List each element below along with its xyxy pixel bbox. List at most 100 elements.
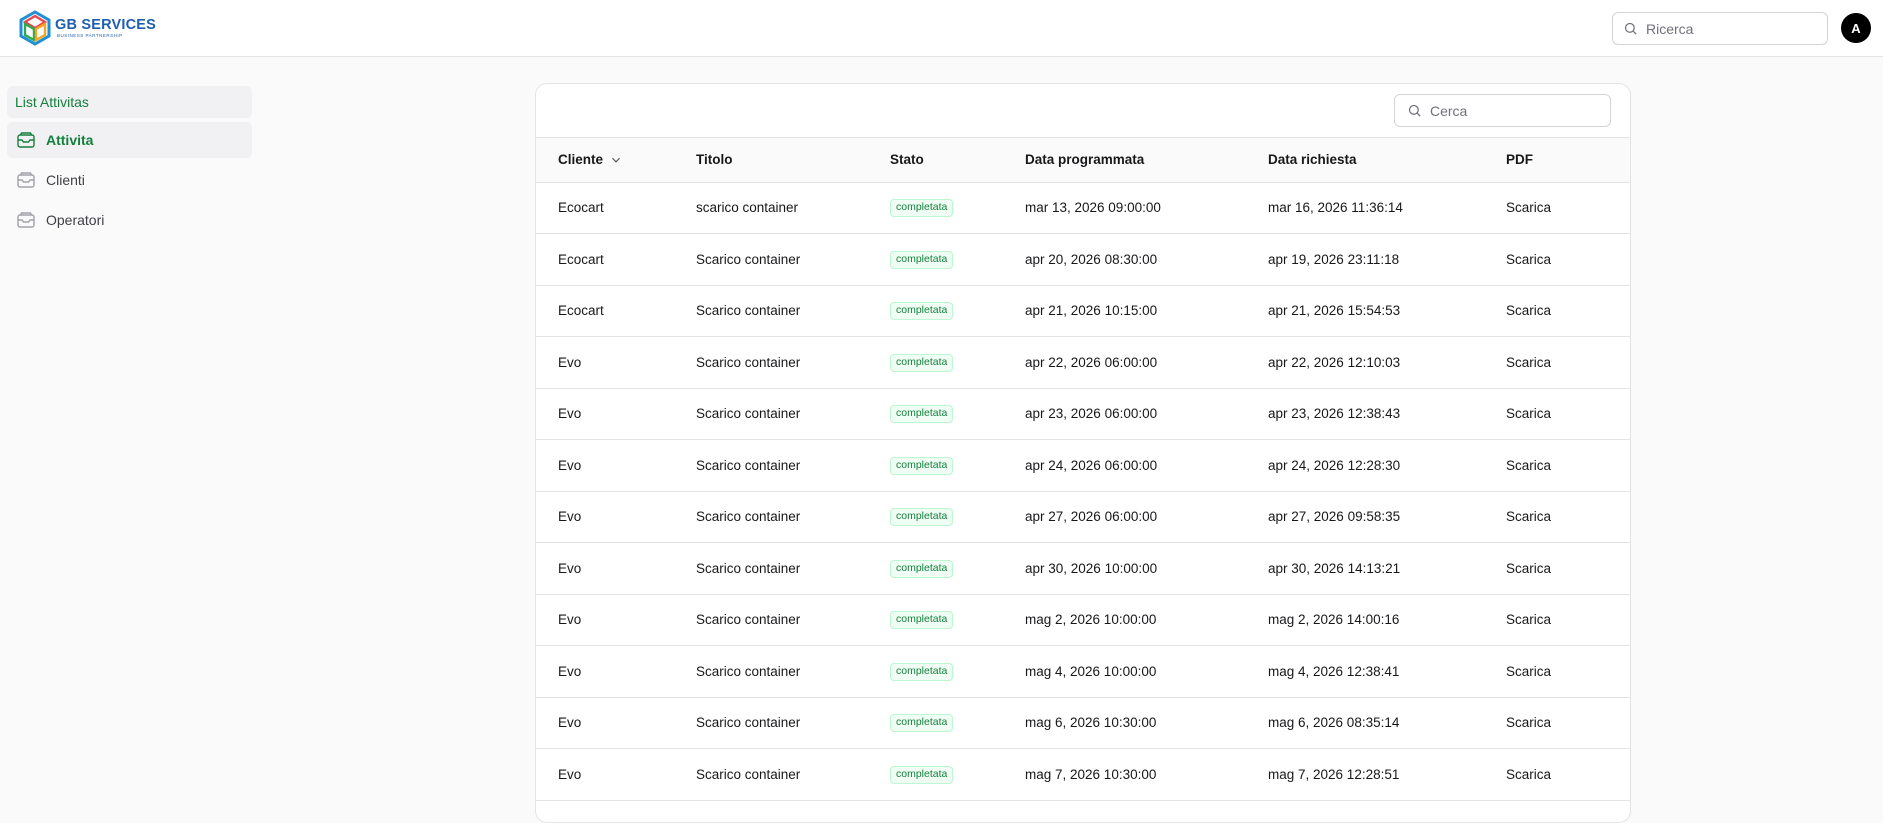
cell-pdf: Scarica	[1506, 749, 1630, 801]
cell-pdf: Scarica	[1506, 285, 1630, 337]
sidebar-item-label: Attivita	[46, 132, 94, 148]
cell-data-programmata: apr 30, 2026 10:00:00	[1025, 560, 1158, 576]
global-search[interactable]	[1612, 12, 1828, 45]
sidebar-item-clienti[interactable]: Clienti	[7, 162, 252, 198]
activities-table: Cliente Titolo Stato Data programmata Da…	[536, 138, 1630, 801]
inbox-icon	[16, 170, 36, 190]
table-row[interactable]: Evo Scarico container completata mag 7, 202…	[536, 749, 1630, 801]
download-pdf-link[interactable]: Scarica	[1506, 406, 1551, 421]
cell-titolo: Scarico container	[696, 663, 801, 679]
chevron-down-icon	[612, 157, 620, 163]
sidebar: List Attivitas Attivita Clienti Operator…	[7, 86, 252, 238]
cell-stato: completata	[890, 285, 1025, 337]
column-header-stato: Stato	[890, 152, 924, 168]
status-badge: completata	[890, 353, 954, 372]
table-row[interactable]: Evo Scarico container completata mag 6, 202…	[536, 697, 1630, 749]
download-pdf-link[interactable]: Scarica	[1506, 252, 1551, 267]
cell-cliente: Ecocart	[558, 251, 604, 267]
cell-cliente: Evo	[558, 663, 582, 679]
cell-data-programmata: mag 2, 2026 10:00:00	[1025, 612, 1157, 628]
table-search-input[interactable]	[1430, 102, 1600, 119]
avatar[interactable]: A	[1841, 13, 1871, 43]
download-pdf-link[interactable]: Scarica	[1506, 767, 1551, 782]
status-badge: completata	[890, 456, 954, 475]
inbox-icon	[16, 130, 36, 150]
table-row[interactable]: Evo Scarico container completata mag 2, 202…	[536, 594, 1630, 646]
activities-table-card: Cliente Titolo Stato Data programmata Da…	[535, 83, 1631, 823]
sidebar-item-label: Clienti	[46, 172, 85, 188]
download-pdf-link[interactable]: Scarica	[1506, 561, 1551, 576]
cell-cliente: Ecocart	[558, 200, 604, 216]
cell-stato: completata	[890, 543, 1025, 595]
table-row[interactable]: Evo Scarico container completata apr 27, 20…	[536, 491, 1630, 543]
cell-pdf: Scarica	[1506, 182, 1630, 234]
table-row[interactable]: Ecocart Scarico container completata apr 20…	[536, 234, 1630, 286]
cell-cliente: Evo	[558, 560, 582, 576]
cell-data-programmata: mar 13, 2026 09:00:00	[1025, 200, 1161, 216]
download-pdf-link[interactable]: Scarica	[1506, 509, 1551, 524]
status-badge: completata	[890, 611, 954, 630]
download-pdf-link[interactable]: Scarica	[1506, 458, 1551, 473]
column-header-data-programmata: Data programmata	[1025, 152, 1145, 168]
search-icon	[1408, 104, 1421, 117]
column-header-cliente[interactable]: Cliente	[536, 138, 696, 182]
column-header-label: Cliente	[558, 152, 604, 168]
logo[interactable]: GB SERVICES BUSINESS PARTNERSHIP	[17, 10, 156, 46]
cell-data-richiesta: apr 22, 2026 12:10:03	[1268, 354, 1401, 370]
table-row[interactable]: Evo Scarico container completata apr 22, 20…	[536, 337, 1630, 389]
sidebar-item-attivita[interactable]: Attivita	[7, 122, 252, 158]
cell-data-programmata: apr 22, 2026 06:00:00	[1025, 354, 1158, 370]
cell-cliente: Evo	[558, 715, 582, 731]
table-row[interactable]: Evo Scarico container completata mag 4, 202…	[536, 646, 1630, 698]
cell-data-programmata: apr 24, 2026 06:00:00	[1025, 457, 1158, 473]
download-pdf-link[interactable]: Scarica	[1506, 303, 1551, 318]
download-pdf-link[interactable]: Scarica	[1506, 355, 1551, 370]
cell-data-programmata: apr 20, 2026 08:30:00	[1025, 251, 1158, 267]
global-search-input[interactable]	[1646, 20, 1816, 37]
table-row[interactable]: Ecocart Scarico container completata apr 21…	[536, 285, 1630, 337]
cell-data-richiesta: apr 24, 2026 12:28:30	[1268, 457, 1401, 473]
table-header-row: Cliente Titolo Stato Data programmata Da…	[536, 138, 1630, 182]
table-row[interactable]: Evo Scarico container completata apr 23, 20…	[536, 388, 1630, 440]
sidebar-item-operatori[interactable]: Operatori	[7, 202, 252, 238]
sidebar-item-label: Operatori	[46, 212, 105, 228]
download-pdf-link[interactable]: Scarica	[1506, 612, 1551, 627]
table-row[interactable]: Evo Scarico container completata apr 30, 20…	[536, 543, 1630, 595]
cell-pdf: Scarica	[1506, 234, 1630, 286]
table-search[interactable]	[1394, 94, 1611, 127]
cell-data-richiesta: apr 19, 2026 23:11:18	[1268, 251, 1400, 267]
cell-cliente: Evo	[558, 612, 582, 628]
cell-pdf: Scarica	[1506, 337, 1630, 389]
table-row[interactable]: Ecocart scarico container completata mar 13…	[536, 182, 1630, 234]
cell-data-richiesta: apr 30, 2026 14:13:21	[1268, 560, 1401, 576]
cell-stato: completata	[890, 594, 1025, 646]
column-header-pdf: PDF	[1506, 152, 1533, 168]
status-badge: completata	[890, 508, 954, 527]
cell-data-richiesta: mag 2, 2026 14:00:16	[1268, 612, 1400, 628]
download-pdf-link[interactable]: Scarica	[1506, 200, 1551, 215]
cell-data-richiesta: apr 21, 2026 15:54:53	[1268, 303, 1401, 319]
cell-pdf: Scarica	[1506, 646, 1630, 698]
column-header-data-richiesta: Data richiesta	[1268, 152, 1357, 168]
cell-stato: completata	[890, 491, 1025, 543]
download-pdf-link[interactable]: Scarica	[1506, 715, 1551, 730]
cell-data-richiesta: mag 7, 2026 12:28:51	[1268, 766, 1400, 782]
search-icon	[1624, 22, 1637, 35]
cell-pdf: Scarica	[1506, 697, 1630, 749]
cell-cliente: Evo	[558, 354, 582, 370]
cell-cliente: Ecocart	[558, 303, 604, 319]
sidebar-heading: List Attivitas	[7, 86, 252, 118]
table-toolbar	[536, 84, 1630, 138]
status-badge: completata	[890, 662, 954, 681]
table-row[interactable]: Evo Scarico container completata apr 24, 20…	[536, 440, 1630, 491]
download-pdf-link[interactable]: Scarica	[1506, 664, 1551, 679]
status-badge: completata	[890, 714, 954, 733]
cell-titolo: Scarico container	[696, 303, 801, 319]
cell-data-programmata: mag 6, 2026 10:30:00	[1025, 715, 1157, 731]
cell-titolo: Scarico container	[696, 560, 801, 576]
cell-titolo: Scarico container	[696, 612, 801, 628]
cell-cliente: Evo	[558, 457, 582, 473]
cell-data-richiesta: apr 27, 2026 09:58:35	[1268, 509, 1401, 525]
cell-pdf: Scarica	[1506, 543, 1630, 595]
cell-stato: completata	[890, 337, 1025, 389]
